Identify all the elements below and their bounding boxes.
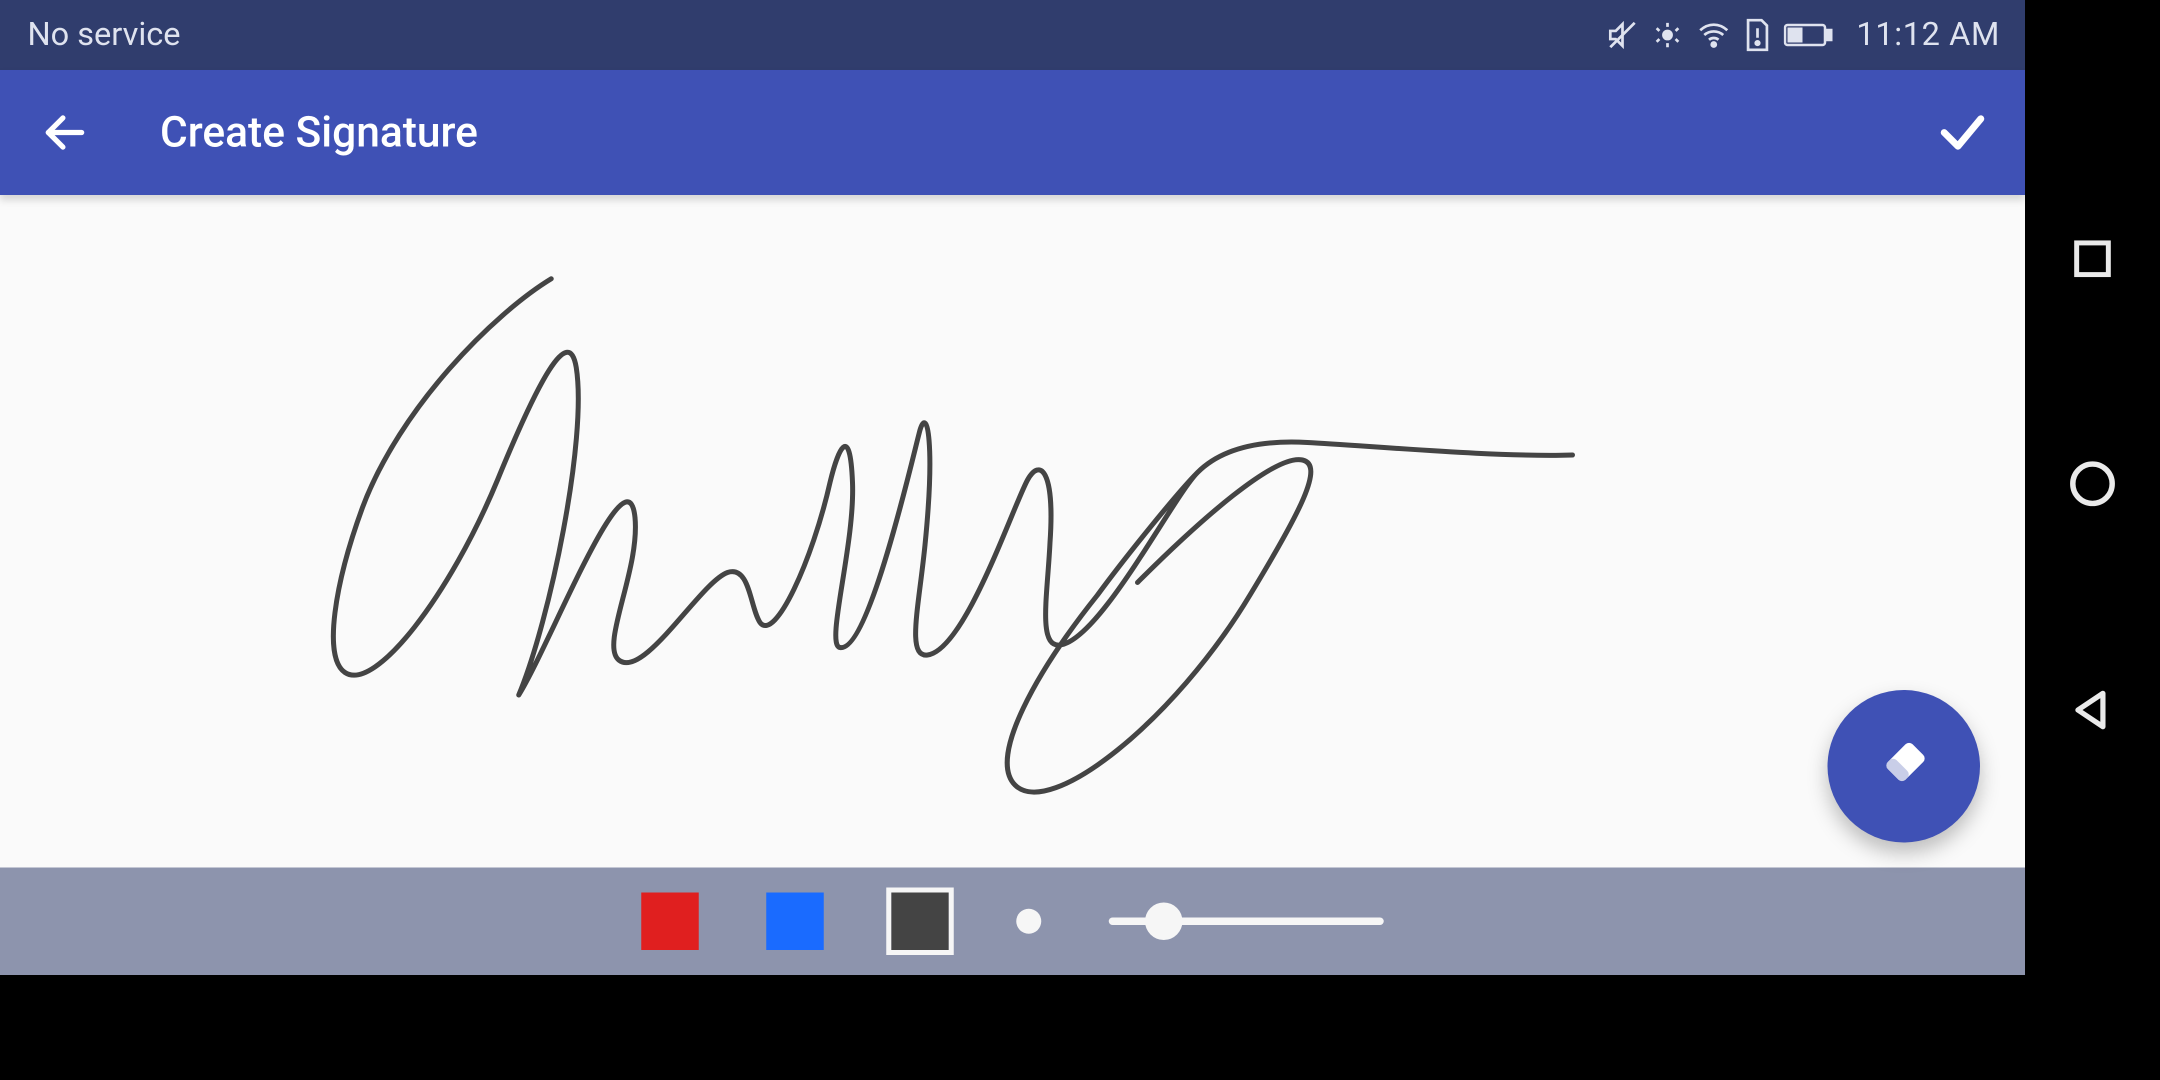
battery-icon — [1784, 21, 1834, 49]
color-swatch-red[interactable] — [641, 893, 699, 951]
color-swatch-black[interactable] — [891, 893, 949, 951]
android-nav-bar — [2025, 0, 2160, 975]
back-button[interactable] — [40, 108, 90, 158]
signature-canvas[interactable] — [0, 195, 2025, 868]
eraser-icon — [1874, 734, 1934, 799]
sim-alert-icon — [1744, 18, 1772, 53]
circle-icon — [2066, 458, 2119, 511]
clock-label: 11:12 AM — [1856, 16, 2000, 54]
page-title: Create Signature — [160, 108, 478, 158]
wifi-icon — [1696, 19, 1731, 52]
status-icons-tray: 11:12 AM — [1606, 16, 2000, 54]
eye-icon — [1651, 19, 1684, 52]
nav-home-button[interactable] — [2066, 458, 2119, 516]
thickness-slider[interactable] — [1109, 918, 1384, 926]
color-swatch-blue[interactable] — [766, 893, 824, 951]
slider-thumb[interactable] — [1145, 903, 1183, 941]
nav-recent-button[interactable] — [2069, 235, 2117, 288]
app-bar: Create Signature — [0, 70, 2025, 195]
carrier-label: No service — [28, 16, 1607, 54]
nav-back-button[interactable] — [2068, 685, 2118, 740]
android-status-bar: No service — [0, 0, 2025, 70]
square-icon — [2069, 235, 2117, 283]
thickness-preview-dot — [1016, 909, 1041, 934]
mute-icon — [1606, 19, 1639, 52]
erase-fab[interactable] — [1828, 690, 1981, 843]
pen-toolbar — [0, 868, 2025, 976]
triangle-left-icon — [2068, 685, 2118, 735]
signature-stroke — [0, 195, 2025, 868]
confirm-button[interactable] — [1935, 105, 1990, 160]
